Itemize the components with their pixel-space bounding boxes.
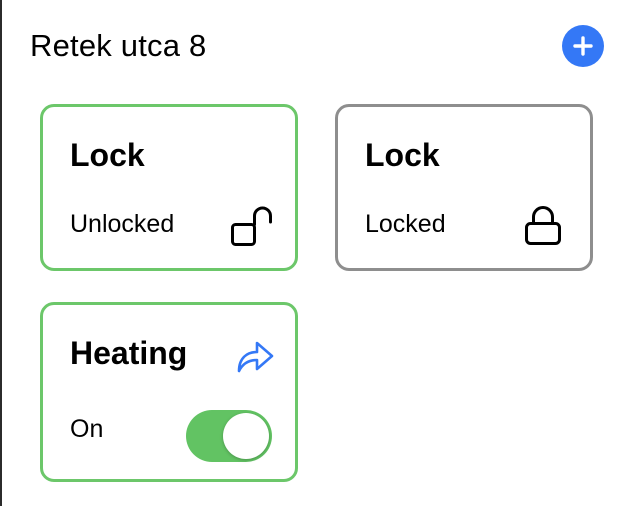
heating-card[interactable]: Heating On bbox=[40, 302, 298, 482]
lock-card-locked[interactable]: Lock Locked bbox=[335, 104, 593, 271]
lock-open-icon bbox=[231, 206, 272, 246]
lock-closed-icon bbox=[525, 206, 561, 245]
header: Retek utca 8 bbox=[30, 22, 606, 70]
card-title: Lock bbox=[70, 137, 145, 173]
toggle-knob bbox=[223, 413, 269, 459]
share-arrow-icon[interactable] bbox=[235, 338, 275, 374]
heating-toggle[interactable] bbox=[186, 410, 272, 462]
card-status: Unlocked bbox=[70, 210, 175, 238]
home-screen: Retek utca 8 Lock Unlocked Lock Locked H… bbox=[0, 0, 628, 506]
plus-icon bbox=[573, 36, 593, 56]
home-title: Retek utca 8 bbox=[30, 28, 207, 63]
card-status: On bbox=[70, 415, 104, 443]
lock-card-unlocked[interactable]: Lock Unlocked bbox=[40, 104, 298, 271]
card-title: Heating bbox=[70, 335, 188, 371]
add-button[interactable] bbox=[562, 25, 604, 67]
card-title: Lock bbox=[365, 137, 440, 173]
card-status: Locked bbox=[365, 210, 446, 238]
